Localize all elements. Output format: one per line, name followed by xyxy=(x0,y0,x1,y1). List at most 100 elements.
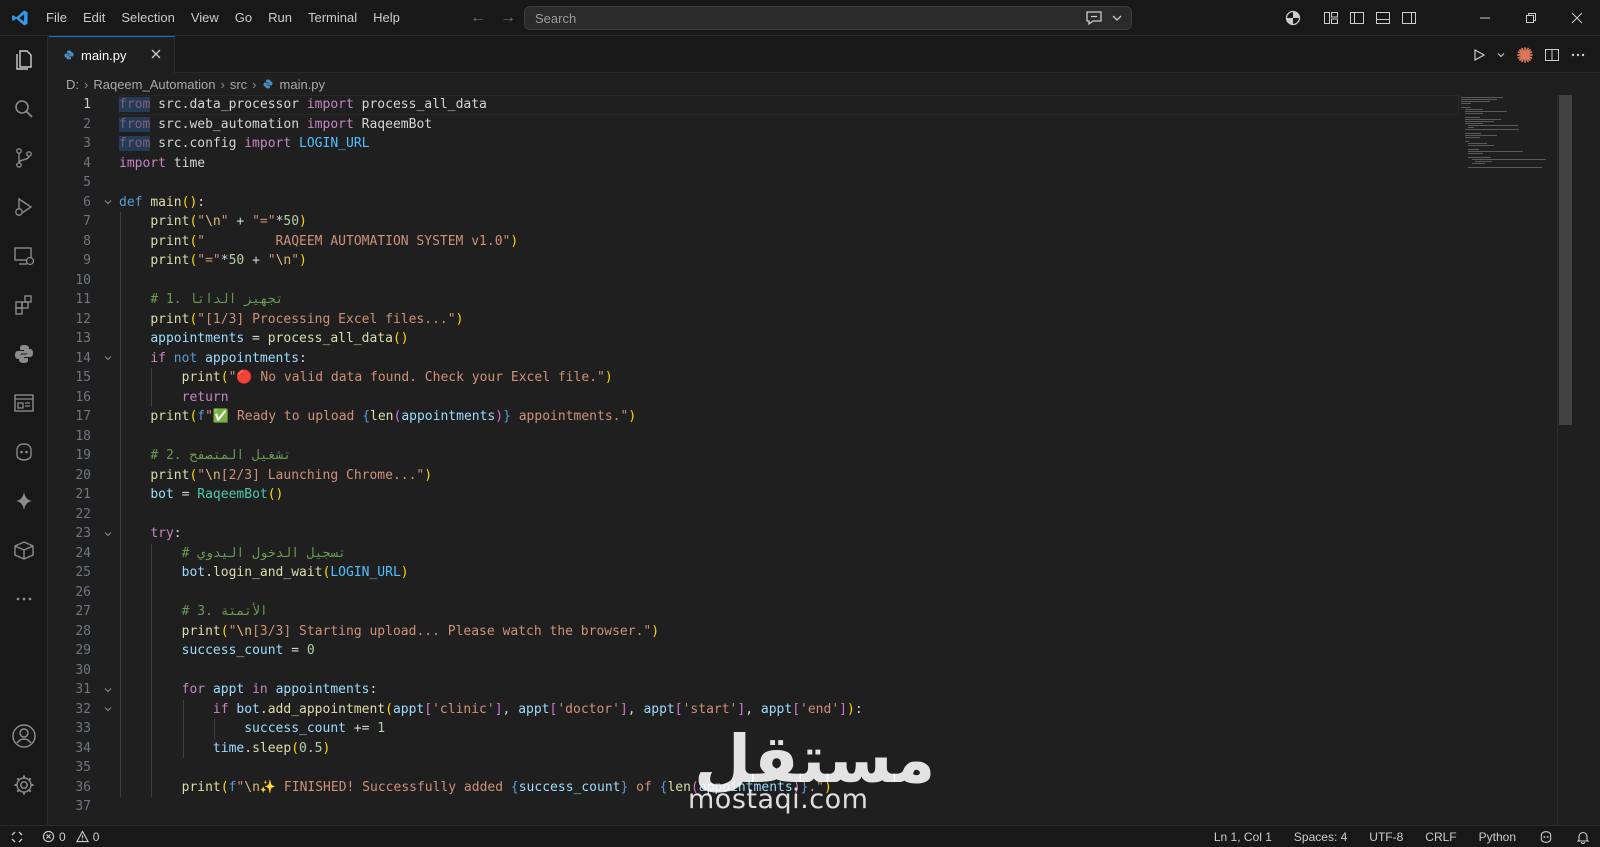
copilot-status-icon[interactable] xyxy=(1538,829,1554,845)
customize-layout-icon[interactable] xyxy=(1318,0,1344,36)
chevron-down-icon[interactable] xyxy=(1111,12,1123,24)
indentation[interactable]: Spaces: 4 xyxy=(1294,830,1347,844)
code-line[interactable]: from src.web_automation import RaqeemBot xyxy=(119,115,432,135)
code-line[interactable]: from src.data_processor import process_a… xyxy=(119,95,487,115)
code-line[interactable]: # 1. تجهيز الداتا xyxy=(119,290,283,310)
settings-gear-icon[interactable] xyxy=(0,761,48,809)
split-editor-icon[interactable] xyxy=(1544,47,1560,63)
menu-edit[interactable]: Edit xyxy=(75,0,113,36)
toggle-panel-icon[interactable] xyxy=(1370,0,1396,36)
code-line[interactable]: # تسجيل الدخول اليدوي xyxy=(119,544,346,564)
fold-chevron-icon[interactable] xyxy=(102,700,114,720)
code-line[interactable]: print("\n" + "="*50) xyxy=(119,212,307,232)
breadcrumb-folder[interactable]: Raqeem_Automation xyxy=(93,77,215,92)
code-line[interactable]: bot = RaqeemBot() xyxy=(119,485,283,505)
back-arrow-icon[interactable]: ← xyxy=(470,9,486,27)
minimap[interactable] xyxy=(1457,95,1557,825)
minimize-icon[interactable] xyxy=(1462,0,1508,36)
source-control-icon[interactable] xyxy=(0,134,48,182)
fold-chevron-icon[interactable] xyxy=(102,524,114,544)
code-token: 'clinic' xyxy=(432,701,495,717)
code-line[interactable]: bot.login_and_wait(LOGIN_URL) xyxy=(119,563,409,583)
code-line[interactable]: print("🔴 No valid data found. Check your… xyxy=(119,368,613,388)
python-icon[interactable] xyxy=(0,330,48,378)
remote-explorer-icon[interactable] xyxy=(0,232,48,280)
code-line[interactable]: from src.config import LOGIN_URL xyxy=(119,134,369,154)
code-line[interactable]: # 2. تشغيل المتصفح xyxy=(119,446,291,466)
notifications-bell-icon[interactable] xyxy=(1576,830,1590,844)
toggle-primary-sidebar-icon[interactable] xyxy=(1344,0,1370,36)
menu-selection[interactable]: Selection xyxy=(113,0,182,36)
code-line[interactable]: appointments = process_all_data() xyxy=(119,329,408,349)
menu-view[interactable]: View xyxy=(183,0,227,36)
end-of-line[interactable]: CRLF xyxy=(1425,830,1456,844)
code-token: 'doctor' xyxy=(557,701,620,717)
code-line[interactable]: if not appointments: xyxy=(119,349,307,369)
preview-icon[interactable] xyxy=(0,379,48,427)
code-line[interactable]: print("\n[2/3] Launching Chrome...") xyxy=(119,466,432,486)
toggle-secondary-sidebar-icon[interactable] xyxy=(1396,0,1422,36)
breadcrumb-file[interactable]: main.py xyxy=(280,77,326,92)
problems-indicator[interactable]: 0 0 xyxy=(42,830,99,844)
code-line[interactable]: success_count += 1 xyxy=(119,719,385,739)
explorer-icon[interactable] xyxy=(0,36,48,84)
code-line[interactable]: def main(): xyxy=(119,193,205,213)
code-line[interactable]: if bot.add_appointment(appt['clinic'], a… xyxy=(119,700,863,720)
search-icon[interactable] xyxy=(0,85,48,133)
code-token: ( xyxy=(220,623,229,639)
menu-run[interactable]: Run xyxy=(260,0,300,36)
code-line[interactable]: import time xyxy=(119,154,205,174)
remote-indicator-icon[interactable] xyxy=(0,826,34,847)
claude-burst-icon[interactable] xyxy=(1516,46,1534,64)
breadcrumb-subfolder[interactable]: src xyxy=(230,77,247,92)
accounts-pie-icon[interactable] xyxy=(1280,0,1306,36)
vertical-scrollbar[interactable] xyxy=(1557,95,1572,825)
code-line[interactable]: print("[1/3] Processing Excel files...") xyxy=(119,310,463,330)
code-line[interactable]: print("\n[3/3] Starting upload... Please… xyxy=(119,622,659,642)
run-python-file-icon[interactable] xyxy=(1472,48,1486,62)
code-line[interactable]: for appt in appointments: xyxy=(119,680,378,700)
more-icon[interactable] xyxy=(0,575,48,623)
more-actions-icon[interactable] xyxy=(1570,47,1586,63)
restore-icon[interactable] xyxy=(1508,0,1554,36)
code-line[interactable]: print(" RAQEEM AUTOMATION SYSTEM v1.0") xyxy=(119,232,518,252)
encoding[interactable]: UTF-8 xyxy=(1369,830,1403,844)
code-line[interactable]: # 3. الأتمتة xyxy=(119,602,268,622)
run-debug-icon[interactable] xyxy=(0,183,48,231)
language-mode[interactable]: Python xyxy=(1479,830,1516,844)
code-line[interactable]: success_count = 0 xyxy=(119,641,315,661)
code-editor[interactable]: 1 2 3 4 5 6 7 8 9 10 11 12 13 14 15 16 17 18 19 20 21 22 23 24 2… xyxy=(49,95,1600,825)
menu-terminal[interactable]: Terminal xyxy=(300,0,365,36)
cursor-position[interactable]: Ln 1, Col 1 xyxy=(1214,830,1272,844)
code-token: : xyxy=(369,682,378,697)
menu-help[interactable]: Help xyxy=(365,0,408,36)
fold-chevron-icon[interactable] xyxy=(102,193,114,213)
fold-chevron-icon[interactable] xyxy=(102,680,114,700)
code-area[interactable]: from src.data_processor import process_a… xyxy=(119,95,1459,825)
code-line[interactable]: try: xyxy=(119,524,181,544)
copilot-chat-icon[interactable] xyxy=(1085,9,1103,27)
code-line[interactable]: print("="*50 + "\n") xyxy=(119,251,307,271)
forward-arrow-icon[interactable]: → xyxy=(500,9,516,27)
fold-chevron-icon[interactable] xyxy=(102,349,114,369)
scrollbar-thumb[interactable] xyxy=(1559,95,1572,425)
close-icon[interactable] xyxy=(148,46,164,62)
indent-guide xyxy=(151,368,153,407)
menu-go[interactable]: Go xyxy=(227,0,260,36)
line-number: 7 xyxy=(83,214,91,229)
breadcrumb-drive[interactable]: D: xyxy=(66,77,79,92)
menu-file[interactable]: File xyxy=(38,0,75,36)
code-line[interactable]: print(f"✅ Ready to upload {len(appointme… xyxy=(119,407,636,427)
code-token: ( xyxy=(385,701,393,717)
run-dropdown-chevron-icon[interactable] xyxy=(1496,50,1506,60)
accounts-icon[interactable] xyxy=(0,712,48,760)
code-line[interactable]: return xyxy=(119,388,229,408)
extensions-icon[interactable] xyxy=(0,281,48,329)
package-icon[interactable] xyxy=(0,526,48,574)
copilot-icon[interactable] xyxy=(0,428,48,476)
command-center-search[interactable]: Search xyxy=(524,6,1132,30)
tab-main-py[interactable]: main.py xyxy=(49,36,175,73)
sparkle-icon[interactable] xyxy=(0,477,48,525)
close-window-icon[interactable] xyxy=(1554,0,1600,36)
